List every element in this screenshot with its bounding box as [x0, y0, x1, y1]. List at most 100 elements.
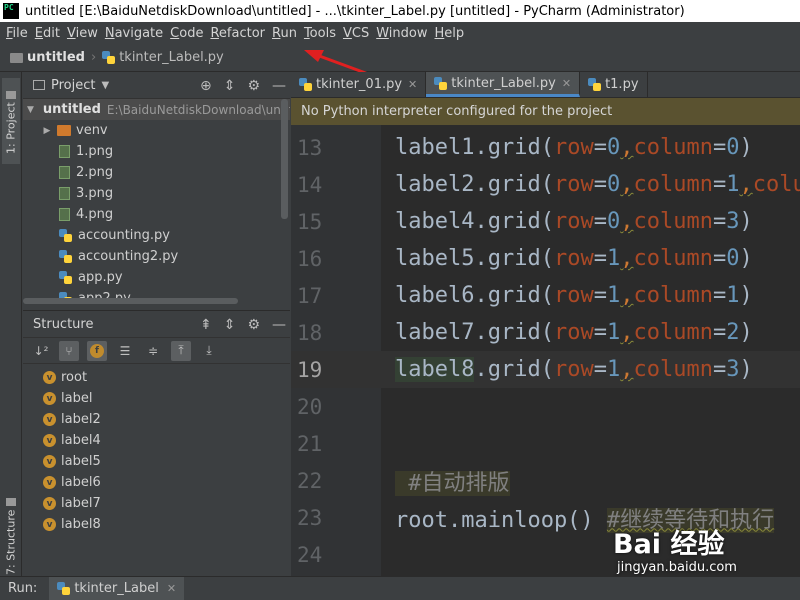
- menu-mnemonic: H: [434, 25, 445, 41]
- chevron-down-icon[interactable]: ▼: [101, 80, 109, 91]
- tree-item-2-png[interactable]: 2.png: [23, 162, 290, 183]
- menu-item-refactor[interactable]: Refactor: [208, 26, 270, 41]
- hide-icon[interactable]: —: [272, 78, 286, 94]
- code-comma: ,: [620, 209, 634, 234]
- project-view-icon: [33, 80, 45, 90]
- collapse-icon[interactable]: ≑: [143, 341, 163, 361]
- menu-label-rest: efactor: [218, 25, 265, 41]
- code-number: 1: [606, 357, 621, 382]
- menu-item-help[interactable]: Help: [433, 26, 470, 41]
- code-op: =: [593, 246, 607, 271]
- gear-icon[interactable]: ⚙: [247, 78, 260, 94]
- hide-icon[interactable]: —: [272, 317, 286, 333]
- vertical-scrollbar[interactable]: [281, 99, 288, 219]
- autoscroll-from-source-icon[interactable]: ⤓: [199, 341, 219, 361]
- tree-item-accounting2-py[interactable]: accounting2.py: [23, 246, 290, 267]
- close-icon[interactable]: ✕: [408, 78, 417, 91]
- breadcrumb-root[interactable]: untitled: [27, 50, 85, 65]
- tree-item-3-png[interactable]: 3.png: [23, 183, 290, 204]
- structure-item-label8[interactable]: v label8: [23, 514, 290, 535]
- tree-item-venv[interactable]: ▶ venv: [23, 120, 290, 141]
- editor-tab-label: tkinter_Label.py: [451, 75, 556, 91]
- code-op: =: [593, 209, 607, 234]
- breadcrumb-file[interactable]: tkinter_Label.py: [119, 50, 224, 65]
- tree-item-untitled[interactable]: ▼ untitled E:\BaiduNetdiskDownload\untitle…: [23, 99, 290, 120]
- interpreter-warning-text: No Python interpreter configured for the…: [301, 104, 613, 119]
- variable-icon: v: [43, 476, 56, 489]
- close-icon[interactable]: ✕: [562, 77, 571, 90]
- expand-icon[interactable]: ☰: [115, 341, 135, 361]
- code-variable: label8: [395, 357, 475, 382]
- expand-all-icon[interactable]: ⇞: [200, 317, 212, 333]
- code-number: 1: [726, 283, 740, 308]
- menu-item-window[interactable]: Window: [374, 26, 432, 41]
- structure-item-label5[interactable]: v label5: [23, 451, 290, 472]
- code-comma: ,: [620, 135, 634, 160]
- code-line-23: 23 root.mainloop() #继续等待和执行: [291, 499, 800, 536]
- show-hierarchy-icon[interactable]: ⑂: [59, 340, 79, 361]
- code-paren: ): [739, 246, 753, 271]
- menu-mnemonic: E: [34, 25, 43, 41]
- menu-item-run[interactable]: Run: [270, 26, 302, 41]
- locate-icon[interactable]: ⊕: [200, 78, 212, 94]
- autoscroll-to-source-icon[interactable]: ⤒: [171, 340, 191, 361]
- structure-item-label4[interactable]: v label4: [23, 430, 290, 451]
- project-panel-title[interactable]: Project: [51, 78, 95, 93]
- structure-item-root[interactable]: v root: [23, 367, 290, 388]
- menu-item-code[interactable]: Code: [168, 26, 208, 41]
- structure-item-label[interactable]: v label: [23, 388, 290, 409]
- menu-item-vcs[interactable]: VCS: [341, 26, 374, 41]
- editor-tab-tkinter_Label-py[interactable]: tkinter_Label.py ✕: [426, 72, 581, 97]
- menu-item-view[interactable]: View: [65, 26, 103, 41]
- editor-tab-tkinter_01-py[interactable]: tkinter_01.py ✕: [291, 72, 427, 97]
- tree-item-4-png[interactable]: 4.png: [23, 204, 290, 225]
- tree-item-app-py[interactable]: app.py: [23, 267, 290, 288]
- sort-alpha-icon[interactable]: ↓²: [31, 341, 51, 361]
- menu-mnemonic: C: [170, 25, 180, 41]
- code-comma: ,: [620, 357, 634, 382]
- menu-item-edit[interactable]: Edit: [33, 26, 65, 41]
- project-tree[interactable]: ▼ untitled E:\BaiduNetdiskDownload\untitle…: [23, 99, 290, 304]
- tool-tab-project[interactable]: 1: Project: [2, 78, 20, 164]
- chevron-right-icon[interactable]: ▶: [41, 126, 53, 136]
- menu-item-navigate[interactable]: Navigate: [103, 26, 168, 41]
- python-file-icon: [102, 51, 116, 64]
- code-method: .grid(: [474, 246, 554, 271]
- python-file-icon: [59, 229, 72, 242]
- collapse-all-icon[interactable]: ⇕: [224, 78, 236, 94]
- code-line-13: 13 label1.grid(row=0,column=0): [291, 129, 800, 166]
- variable-icon: v: [43, 497, 56, 510]
- menu-item-tools[interactable]: Tools: [302, 26, 341, 41]
- collapse-all-icon[interactable]: ⇕: [224, 317, 236, 333]
- tree-item-accounting-py[interactable]: accounting.py: [23, 225, 290, 246]
- structure-item-label6[interactable]: v label6: [23, 472, 290, 493]
- tool-tab-structure-label: 7: Structure: [4, 509, 18, 575]
- line-number: 21: [297, 431, 323, 456]
- horizontal-scrollbar[interactable]: [23, 298, 238, 304]
- menu-mnemonic: W: [376, 25, 389, 41]
- structure-toolbar: ↓² ⑂ f ☰ ≑ ⤒ ⤓: [23, 338, 290, 364]
- code-number: 0: [726, 246, 740, 271]
- run-tab[interactable]: tkinter_Label ✕: [49, 576, 185, 600]
- gear-icon[interactable]: ⚙: [247, 317, 260, 333]
- structure-item-label7[interactable]: v label7: [23, 493, 290, 514]
- tool-tab-structure[interactable]: 7: Structure: [2, 492, 20, 578]
- code-line-16: 16 label5.grid(row=1,column=0): [291, 240, 800, 277]
- editor-tab-t1-py[interactable]: t1.py: [580, 72, 648, 97]
- show-fields-button[interactable]: f: [87, 340, 107, 361]
- menu-mnemonic: V: [342, 25, 352, 41]
- menu-item-file[interactable]: File: [4, 26, 33, 41]
- code-kwarg: row: [553, 209, 594, 234]
- folder-icon: [57, 125, 71, 136]
- code-comma: ,: [620, 172, 634, 197]
- tree-item-1-png[interactable]: 1.png: [23, 141, 290, 162]
- chevron-down-icon[interactable]: ▼: [27, 105, 34, 115]
- structure-item-label2[interactable]: v label2: [23, 409, 290, 430]
- line-number: 19: [297, 357, 323, 382]
- close-icon[interactable]: ✕: [167, 582, 176, 595]
- code-kwarg: column: [633, 135, 713, 160]
- code-line-19: 19 label8.grid(row=1,column=3): [291, 351, 800, 388]
- code-variable: label2: [395, 172, 475, 197]
- code-editor[interactable]: 13 label1.grid(row=0,column=0) 14 label2.gr…: [291, 125, 800, 576]
- code-comment: #自动排版: [395, 470, 510, 496]
